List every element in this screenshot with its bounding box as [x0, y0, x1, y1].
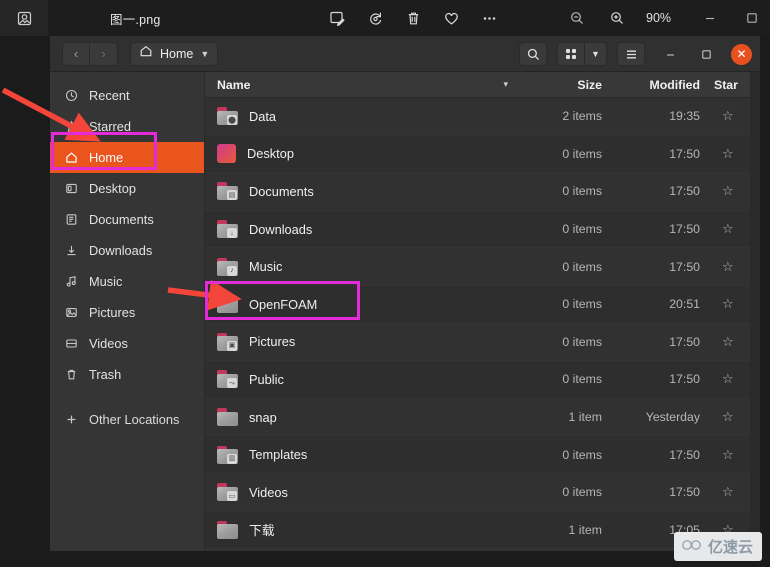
- annotation-arrows-layer: [1, 87, 242, 311]
- screenshot-root: 图一.png 90% ‹ › Home ▼ ▼ ✕ Recent Starred…: [0, 0, 770, 567]
- arrow-to-openfoam: [167, 279, 242, 311]
- watermark: 亿速云: [673, 532, 762, 561]
- arrow-to-home: [1, 87, 101, 142]
- cloud-logo-icon: [681, 538, 703, 556]
- watermark-text: 亿速云: [707, 539, 753, 556]
